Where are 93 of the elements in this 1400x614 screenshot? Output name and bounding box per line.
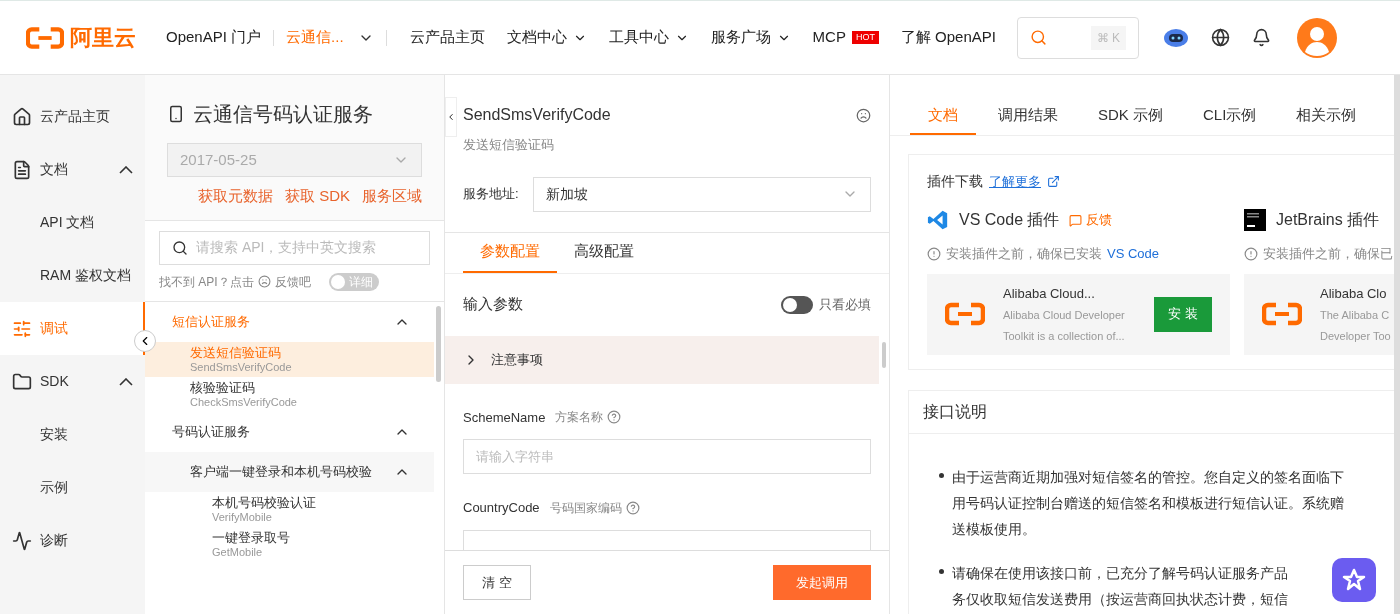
plugin-card-desc: Developer Too	[1320, 328, 1392, 344]
sad-face-icon	[257, 275, 271, 288]
info-icon	[927, 246, 941, 261]
avatar-icon[interactable]	[1296, 17, 1337, 58]
param-desc: 方案名称	[555, 409, 604, 427]
description-title: 接口说明	[909, 390, 1394, 434]
plugin-name: VS Code 插件	[959, 210, 1060, 230]
section-title: 输入参数	[463, 294, 523, 315]
api-item[interactable]: 本机号码校验认证 VerifyMobile	[145, 491, 434, 527]
notification-icon[interactable]	[1251, 28, 1271, 47]
nav-item[interactable]: API 文档	[0, 196, 145, 249]
external-link-icon	[1047, 175, 1060, 188]
toggle-label: 只看必填	[819, 295, 871, 314]
nav-item[interactable]: 文档	[0, 143, 145, 196]
description-paragraph: 由于运营商近期加强对短信签名的管控。您自定义的签名面临下 用号码认证控制台赠送的短信签名和模板进行短信认证。系统赠 送模板使用。	[952, 467, 1344, 539]
robot-icon[interactable]	[1162, 27, 1189, 48]
notice-row[interactable]: 注意事项	[445, 335, 879, 384]
param-input[interactable]: 请输入字符串	[463, 439, 871, 474]
help-icon	[607, 410, 622, 425]
search-icon	[172, 239, 188, 256]
plugin-note: 安装插件之前，确保已安装	[946, 245, 1102, 263]
diagnose-icon	[12, 530, 32, 551]
api-name: SendSmsVerifyCode	[463, 105, 611, 125]
clear-button[interactable]: 清 空	[463, 565, 531, 600]
tree-group[interactable]: 客户端一键登录和本机号码校验	[145, 451, 434, 492]
help-icon	[625, 500, 640, 515]
plugin-card-title: Alibaba Cloud...	[1003, 284, 1096, 303]
shortcut-hint: ⌘ K	[1090, 25, 1126, 50]
logo-icon	[945, 302, 985, 326]
nav-link[interactable]: 了解 OpenAPI	[900, 26, 996, 49]
doc-tab[interactable]: SDK 示例	[1080, 97, 1181, 135]
plugin-card-desc: Alibaba Cloud Developer	[1003, 308, 1126, 324]
config-tab[interactable]: 高级配置	[557, 232, 651, 273]
install-button[interactable]: 安 装	[1154, 296, 1212, 332]
doc-tab[interactable]: 调用结果	[980, 97, 1076, 135]
hot-badge: HOT	[851, 31, 879, 44]
description-paragraph: 请确保在使用该接口前，已充分了解号码认证服务产品 务仅收取短信发送费用（按运营商回执状态计费，短信	[952, 563, 1288, 609]
docs-icon	[12, 159, 32, 180]
param-name: CountryCode	[463, 499, 540, 517]
bullet-icon	[939, 568, 944, 574]
home-icon	[12, 106, 32, 127]
sdk-icon	[12, 371, 32, 392]
star-icon	[1341, 567, 1367, 593]
plugins-title: 插件下载	[927, 172, 983, 191]
nav-item[interactable]: 示例	[0, 461, 145, 514]
nav-item[interactable]: 安装	[0, 408, 145, 461]
api-item[interactable]: 一键登录取号 GetMobile	[145, 526, 434, 562]
nav-link[interactable]: 服务广场	[710, 26, 791, 49]
endpoint-select[interactable]: 新加坡	[532, 176, 871, 212]
endpoint-label: 服务地址:	[463, 185, 519, 204]
chevron-left-icon	[446, 111, 456, 123]
plugin-card-desc: Toolkit is a collection of...	[1003, 328, 1126, 344]
nav-item[interactable]: SDK	[0, 355, 145, 408]
plugin-note: 安装插件之前，确保已	[1263, 245, 1393, 263]
nav-item[interactable]: 诊断	[0, 514, 145, 567]
info-icon	[1244, 246, 1258, 261]
learn-more-link[interactable]: 了解更多	[989, 171, 1041, 192]
globe-icon[interactable]	[1210, 28, 1230, 47]
logo-icon	[26, 25, 64, 50]
bullet-icon	[939, 472, 944, 478]
vscode-icon	[927, 209, 949, 231]
feedback-icon	[1069, 213, 1083, 227]
help-text: 找不到 API？点击	[159, 273, 254, 291]
plugin-card-desc: The Alibaba C	[1320, 308, 1391, 324]
nav-link[interactable]: 云产品主页	[409, 26, 485, 49]
doc-tab[interactable]: CLI示例	[1185, 97, 1275, 135]
jetbrains-icon	[1244, 209, 1266, 231]
api-title: 发送短信验证码	[463, 136, 555, 154]
feedback-link[interactable]: 反馈吧	[274, 272, 311, 291]
plugin-card-title: Alibaba Clo	[1320, 284, 1388, 303]
service-title: 云通信号码认证服务	[193, 102, 373, 127]
search-icon	[1029, 29, 1047, 46]
debug-icon	[12, 318, 32, 339]
phone-icon	[167, 105, 185, 123]
nav-item[interactable]: RAM 鉴权文档	[0, 249, 145, 302]
nav-link[interactable]: 文档中心	[506, 26, 587, 49]
vscode-link[interactable]: VS Code	[1107, 244, 1160, 264]
scrollbar[interactable]	[436, 305, 441, 382]
nav-link[interactable]: 工具中心	[608, 26, 689, 49]
required-only-toggle[interactable]	[781, 295, 813, 314]
param-desc: 号码国家编码	[549, 499, 622, 517]
param-name: SchemeName	[463, 408, 546, 427]
tree-group[interactable]: 号码认证服务	[145, 411, 434, 452]
api-item[interactable]: 核验验证码 CheckSmsVerifyCode	[145, 376, 434, 412]
sad-face-icon[interactable]	[856, 107, 871, 123]
nav-link[interactable]: MCP HOT	[812, 26, 879, 49]
scrollbar[interactable]	[882, 341, 886, 368]
portal-link[interactable]: OpenAPI 门户	[166, 26, 262, 49]
assistant-button[interactable]	[1332, 558, 1376, 602]
plugin-name: JetBrains 插件	[1276, 210, 1380, 230]
nav-item[interactable]: 云产品主页	[0, 90, 145, 143]
logo-icon	[1262, 302, 1302, 326]
doc-tab[interactable]: 相关示例	[1278, 97, 1375, 135]
